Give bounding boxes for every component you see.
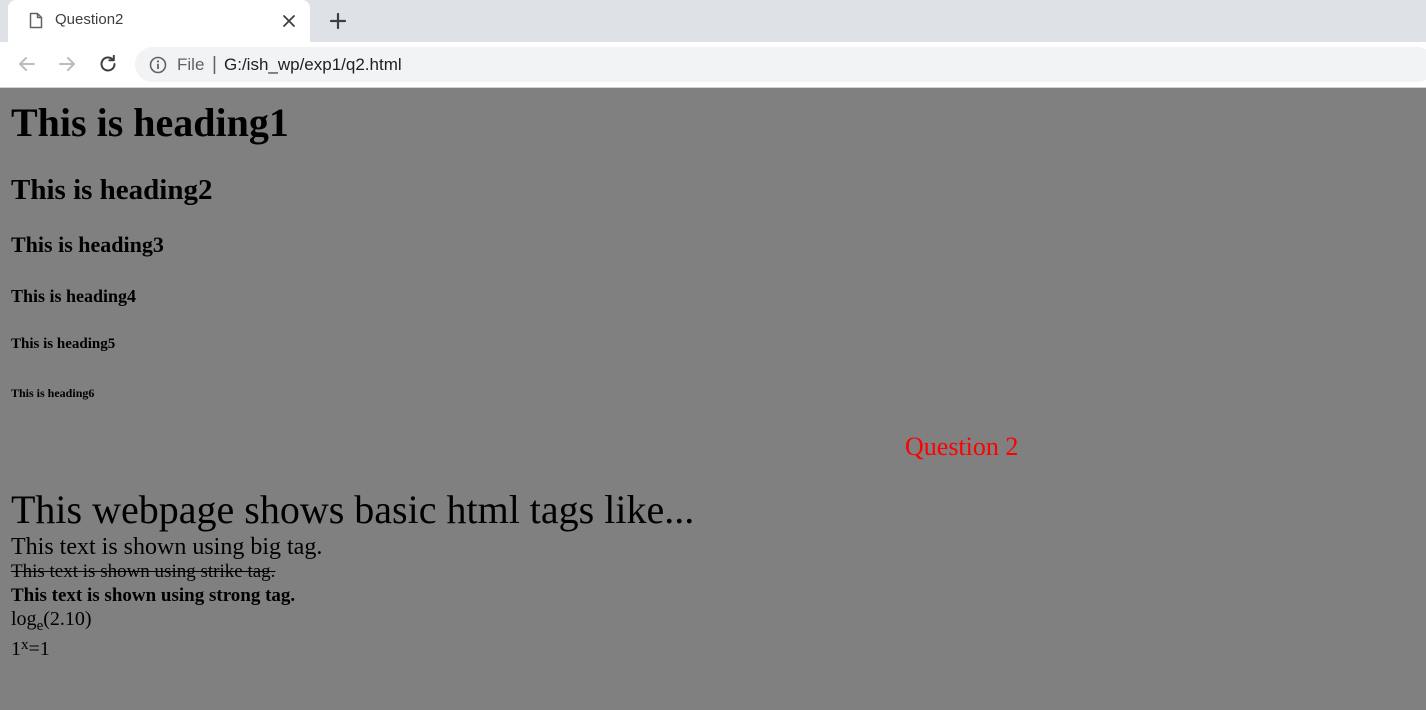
url-text[interactable]: G:/ish_wp/exp1/q2.html (224, 55, 402, 75)
page-viewport: This is heading1 This is heading2 This i… (0, 88, 1426, 710)
log-base: log (11, 608, 37, 630)
heading-2: This is heading2 (11, 174, 213, 206)
browser-tab[interactable]: Question2 (8, 0, 310, 42)
close-icon[interactable] (281, 13, 297, 29)
heading-4: This is heading4 (11, 286, 137, 306)
browser-toolbar: File | G:/ish_wp/exp1/q2.html (0, 42, 1426, 88)
strike-tag-text: This text is shown using strike tag. (11, 561, 276, 582)
log-expression: loge(2.10) (11, 609, 92, 634)
power-base: 1 (11, 638, 21, 660)
strong-tag-text: This text is shown using strong tag. (11, 585, 296, 606)
power-expression: 1x=1 (11, 637, 50, 660)
heading-3: This is heading3 (11, 232, 164, 257)
info-icon[interactable] (149, 56, 167, 74)
power-superscript: x (21, 637, 29, 653)
plus-icon[interactable] (328, 11, 348, 31)
arrow-left-icon[interactable] (15, 52, 39, 76)
reload-icon[interactable] (96, 52, 120, 76)
big-tag-text: This text is shown using big tag. (11, 534, 323, 560)
tab-title: Question2 (55, 11, 124, 28)
address-bar[interactable]: File | G:/ish_wp/exp1/q2.html (135, 47, 1426, 82)
question-label: Question 2 (905, 432, 1019, 461)
tab-strip: Question2 (0, 0, 1426, 42)
heading-1: This is heading1 (11, 100, 289, 145)
log-argument: (2.10) (43, 608, 92, 630)
scheme-separator: | (212, 54, 217, 75)
scheme-label: File (177, 55, 205, 74)
arrow-right-icon[interactable] (55, 52, 79, 76)
power-rest: =1 (28, 638, 50, 660)
document-icon (29, 12, 43, 29)
heading-5: This is heading5 (11, 336, 116, 352)
intro-text: This webpage shows basic html tags like.… (11, 487, 695, 532)
heading-6: This is heading6 (11, 386, 95, 400)
